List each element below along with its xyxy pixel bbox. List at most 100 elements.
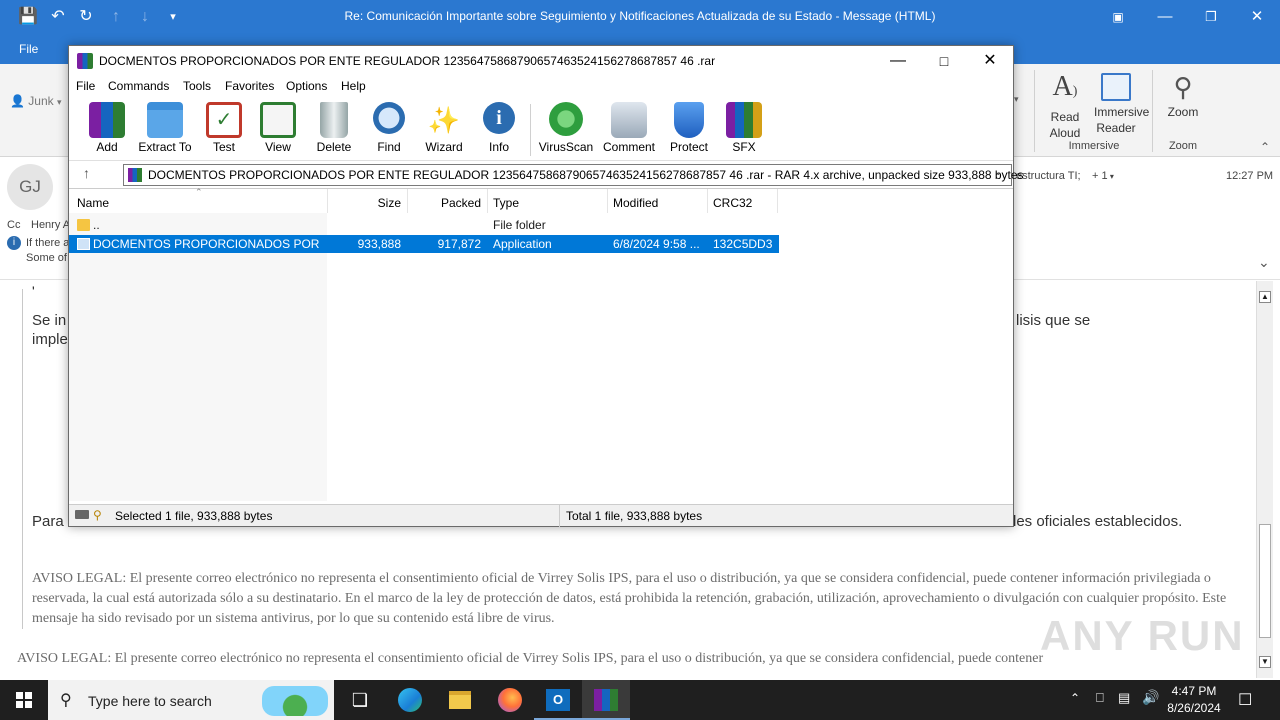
restore-button[interactable]: ❐: [1188, 4, 1234, 30]
outlook-titlebar: 💾 ↶ ↻ ↑ ↓ ▾ Re: Comunicación Importante …: [0, 0, 1280, 34]
more-recipients-count[interactable]: + 1 ▾: [1092, 170, 1114, 182]
chevron-down-icon[interactable]: ⌄: [994, 167, 1002, 178]
to-recipients[interactable]: estructura TI;: [1016, 170, 1081, 182]
edge-browser-icon[interactable]: [386, 680, 434, 720]
start-button[interactable]: [0, 680, 48, 720]
drive-icon: [75, 510, 89, 519]
test-clipboard-icon: ✓: [206, 102, 242, 138]
winrar-title: DOCMENTOS PROPORCIONADOS POR ENTE REGULA…: [99, 54, 716, 68]
winrar-minimize-button[interactable]: —: [875, 46, 921, 76]
read-aloud-label: Read Aloud: [1049, 110, 1081, 140]
column-header-modified[interactable]: Modified: [613, 196, 658, 210]
tab-file[interactable]: File: [19, 42, 38, 56]
column-separator[interactable]: [707, 189, 708, 213]
add-archive-icon: [89, 102, 125, 138]
collapse-ribbon-icon[interactable]: ⌃: [1260, 140, 1270, 154]
task-view-icon[interactable]: ❏: [336, 680, 384, 720]
scroll-down-icon[interactable]: ▼: [1259, 656, 1271, 668]
ribbon-display-icon[interactable]: ▣: [1095, 4, 1141, 30]
scroll-thumb[interactable]: [1259, 524, 1271, 638]
toolbar-comment-button[interactable]: Comment: [597, 102, 661, 154]
status-total: Total 1 file, 933,888 bytes: [566, 509, 703, 523]
outlook-taskbar-icon[interactable]: O: [534, 680, 582, 720]
windows-logo-icon: [16, 692, 32, 708]
avatar: GJ: [7, 164, 53, 210]
toolbar-info-button[interactable]: i Info: [467, 102, 531, 154]
name-column-shade: [69, 213, 327, 501]
winrar-app-icon: [77, 53, 93, 69]
info-icon: i: [7, 236, 21, 250]
column-separator[interactable]: [777, 189, 778, 213]
column-header-packed[interactable]: Packed: [407, 196, 481, 210]
menu-commands[interactable]: Commands: [108, 79, 169, 93]
body-para1-line2: imple: [32, 331, 68, 348]
rar-file-icon: [128, 168, 142, 182]
zoom-group-label: Zoom: [1168, 140, 1198, 152]
zoom-button[interactable]: ⚲ Zoom: [1158, 70, 1208, 120]
expand-header-icon[interactable]: ⌄: [1258, 254, 1270, 271]
column-header-size[interactable]: Size: [327, 196, 401, 210]
info-bar-line1: If there a: [26, 237, 70, 249]
clock-time: 4:47 PM: [1171, 684, 1217, 698]
winrar-close-button[interactable]: ✕: [967, 46, 1013, 76]
body-para2-left: Para: [32, 513, 64, 530]
menu-options[interactable]: Options: [286, 79, 327, 93]
file-explorer-icon[interactable]: [436, 680, 484, 720]
volume-icon[interactable]: 🔊: [1142, 689, 1159, 706]
close-button[interactable]: ✕: [1234, 4, 1280, 30]
network-device-icon[interactable]: ⎕: [1096, 690, 1104, 706]
menu-tools[interactable]: Tools: [183, 79, 211, 93]
scroll-up-icon[interactable]: ▲: [1259, 291, 1271, 303]
column-header-type[interactable]: Type: [493, 196, 519, 210]
notifications-icon[interactable]: ☐: [1238, 690, 1252, 710]
winrar-window: DOCMENTOS PROPORCIONADOS POR ENTE REGULA…: [68, 45, 1024, 527]
toolbar-view-button[interactable]: View: [246, 102, 310, 154]
chevron-down-icon[interactable]: ▾: [1014, 94, 1019, 105]
row-name: DOCMENTOS PROPORCIONADOS POR E...: [93, 237, 323, 251]
taskbar: ⚲ Type here to search ❏ O ⌃ ⎕ ▤ 🔊 4:47 P…: [0, 680, 1280, 720]
immersive-reader-button[interactable]: Immersive Reader: [1094, 70, 1150, 136]
menu-help[interactable]: Help: [341, 79, 366, 93]
table-row-selected[interactable]: DOCMENTOS PROPORCIONADOS POR E... 933,88…: [69, 235, 779, 253]
table-row[interactable]: .. File folder: [69, 216, 779, 234]
search-placeholder: Type here to search: [88, 693, 212, 709]
show-hidden-icons-icon[interactable]: ⌃: [1070, 691, 1080, 705]
cc-recipient[interactable]: Henry A: [31, 219, 70, 231]
toolbar-virusscan-button[interactable]: VirusScan: [534, 102, 598, 154]
toolbar-add-button[interactable]: Add: [75, 102, 139, 154]
toolbar-extract-button[interactable]: Extract To: [133, 102, 197, 154]
toolbar-sfx-button[interactable]: SFX: [712, 102, 776, 154]
extract-folder-icon: [147, 102, 183, 138]
column-header-crc32[interactable]: CRC32: [713, 196, 752, 210]
quote-line: [22, 289, 23, 629]
network-icon[interactable]: ▤: [1118, 690, 1130, 706]
read-aloud-button[interactable]: A) Read Aloud: [1040, 70, 1090, 141]
column-separator[interactable]: [607, 189, 608, 213]
search-highlight-icon: [262, 686, 328, 716]
body-scrollbar[interactable]: ▲ ▼: [1256, 281, 1273, 678]
toolbar-separator: [530, 104, 531, 156]
row-modified: 6/8/2024 9:58 ...: [613, 237, 700, 251]
column-separator[interactable]: [487, 189, 488, 213]
magnifier-icon: [373, 102, 405, 134]
junk-button[interactable]: 👤 Junk ▾: [10, 94, 62, 108]
taskbar-search-box[interactable]: ⚲ Type here to search: [48, 680, 334, 720]
winrar-maximize-button[interactable]: □: [921, 46, 967, 76]
up-folder-icon[interactable]: ↑: [83, 165, 90, 181]
menu-file[interactable]: File: [76, 79, 95, 93]
cc-label: Cc: [7, 219, 21, 231]
column-header-name[interactable]: Name: [77, 196, 109, 210]
sort-ascending-icon: ⌃: [195, 187, 203, 197]
immersive-reader-label: Immersive Reader: [1094, 105, 1150, 135]
view-book-icon: [260, 102, 296, 138]
minimize-button[interactable]: —: [1142, 4, 1188, 30]
firefox-icon[interactable]: [486, 680, 534, 720]
zoom-label: Zoom: [1167, 105, 1199, 119]
menu-favorites[interactable]: Favorites: [225, 79, 274, 93]
row-type: File folder: [493, 218, 546, 232]
archive-path-field[interactable]: DOCMENTOS PROPORCIONADOS POR ENTE REGULA…: [123, 164, 1024, 186]
immersive-reader-icon: [1101, 73, 1131, 101]
winrar-taskbar-icon[interactable]: [582, 680, 630, 720]
taskbar-clock[interactable]: 4:47 PM 8/26/2024: [1158, 683, 1230, 717]
chevron-down-icon: ▾: [57, 97, 62, 107]
